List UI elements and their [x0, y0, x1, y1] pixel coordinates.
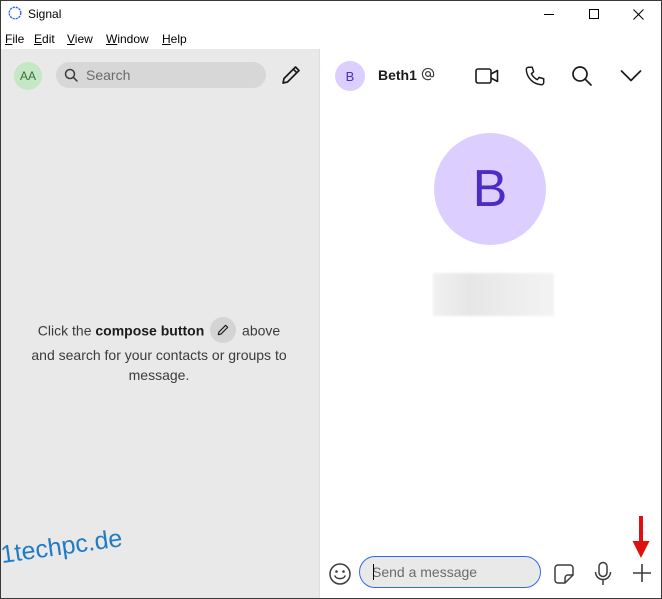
menu-file[interactable]: File: [5, 32, 24, 46]
video-call-button[interactable]: [474, 63, 500, 89]
emoji-icon: [329, 563, 351, 585]
video-camera-icon: [475, 68, 499, 84]
search-icon: [572, 66, 592, 86]
conversation-list-pane: AA Click the compose button above and se…: [1, 49, 319, 598]
menu-view[interactable]: View: [67, 32, 93, 46]
inline-compose-icon-badge: [210, 317, 237, 343]
pencil-icon: [217, 324, 229, 336]
contact-avatar[interactable]: B: [335, 61, 365, 91]
menu-bar: File Edit View Window Help: [1, 29, 661, 49]
at-sign-icon: [421, 67, 435, 81]
signal-logo-icon: [8, 6, 22, 20]
red-arrow-icon: [632, 516, 650, 558]
message-composer[interactable]: [359, 556, 541, 588]
window-title: Signal: [28, 7, 62, 21]
minimize-icon: [543, 13, 554, 15]
title-bar: Signal: [1, 1, 661, 27]
more-options-button[interactable]: [618, 63, 644, 89]
contact-name[interactable]: Beth1: [378, 67, 417, 83]
plus-icon: [633, 564, 651, 582]
text-caret: [373, 564, 374, 580]
empty-message-rest: and search for your contacts or groups t…: [31, 347, 287, 383]
pencil-icon: [282, 66, 300, 84]
menu-help[interactable]: Help: [162, 32, 187, 46]
minimize-button[interactable]: [526, 1, 572, 27]
search-icon: [64, 68, 78, 82]
sticker-icon: [554, 564, 574, 584]
close-icon: [632, 8, 644, 20]
chevron-down-icon: [620, 70, 642, 82]
blurred-contact-info: [433, 273, 554, 316]
emoji-button[interactable]: [328, 562, 352, 591]
empty-message-after-icon: above: [238, 322, 281, 339]
contact-big-avatar[interactable]: B: [434, 133, 546, 245]
sticker-button[interactable]: [553, 563, 575, 590]
attach-button[interactable]: [631, 562, 653, 589]
search-box[interactable]: [56, 62, 266, 88]
search-input[interactable]: [86, 62, 256, 88]
empty-message-start: Click the: [37, 322, 96, 339]
maximize-button[interactable]: [571, 1, 617, 27]
menu-window[interactable]: Window: [106, 32, 149, 46]
conversation-pane: B Beth1 B: [320, 49, 661, 598]
voice-call-button[interactable]: [522, 63, 548, 89]
empty-message-bold: compose button: [95, 322, 205, 339]
empty-state-message: Click the compose button above and searc…: [21, 317, 297, 385]
signal-window: Signal File Edit View Window Help AA Sea…: [0, 0, 662, 599]
conversation-search-button[interactable]: [569, 63, 595, 89]
message-input[interactable]: [372, 557, 532, 586]
compose-button[interactable]: [279, 63, 303, 87]
phone-icon: [525, 66, 545, 86]
close-window-button[interactable]: [615, 1, 661, 27]
voice-note-button[interactable]: [593, 561, 613, 592]
my-avatar[interactable]: AA: [14, 62, 42, 90]
menu-edit[interactable]: Edit: [34, 32, 55, 46]
maximize-icon: [588, 8, 599, 19]
microphone-icon: [594, 561, 612, 585]
